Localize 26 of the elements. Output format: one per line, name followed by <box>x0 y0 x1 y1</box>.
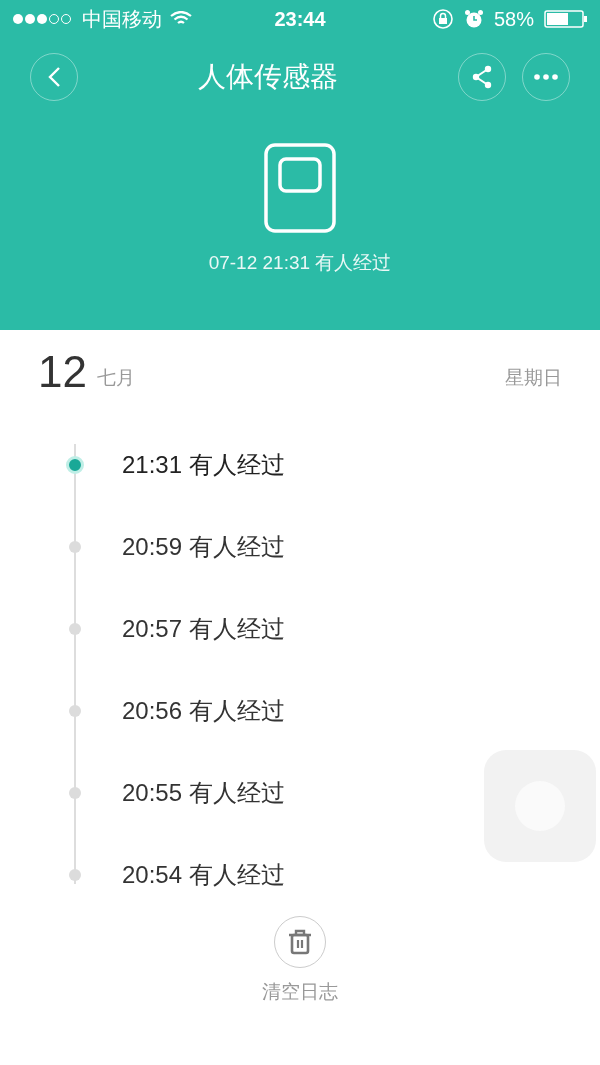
log-entry: 20:57 有人经过 <box>122 614 285 644</box>
battery-icon <box>544 10 588 28</box>
page-title: 人体传感器 <box>198 60 338 94</box>
month-label: 七月 <box>96 365 135 390</box>
last-event: 07-12 21:31 有人经过 <box>208 251 392 275</box>
wifi-icon <box>170 11 192 27</box>
more-icon <box>534 74 558 80</box>
share-icon <box>471 65 493 89</box>
log-entry: 20:55 有人经过 <box>122 778 285 808</box>
sensor-icon <box>264 143 336 233</box>
battery-percent: 58% <box>493 7 534 32</box>
weekday-label: 星期日 <box>505 365 562 390</box>
back-icon <box>47 66 61 88</box>
rotation-lock-icon <box>431 8 454 30</box>
carrier-name: 中国移动 <box>82 7 162 32</box>
clear-log-button[interactable] <box>274 916 326 968</box>
log-entry: 20:56 有人经过 <box>122 696 285 726</box>
trash-icon <box>288 929 312 955</box>
day-number: 12 <box>38 350 87 394</box>
log-entry: 20:54 有人经过 <box>122 860 285 890</box>
clear-log-label: 清空日志 <box>262 980 338 1004</box>
log-entry: 21:31 有人经过 <box>122 450 285 480</box>
signal-icon <box>12 12 74 26</box>
alarm-icon <box>463 9 484 29</box>
status-time: 23:44 <box>274 7 326 32</box>
log-entry: 20:59 有人经过 <box>122 532 285 562</box>
